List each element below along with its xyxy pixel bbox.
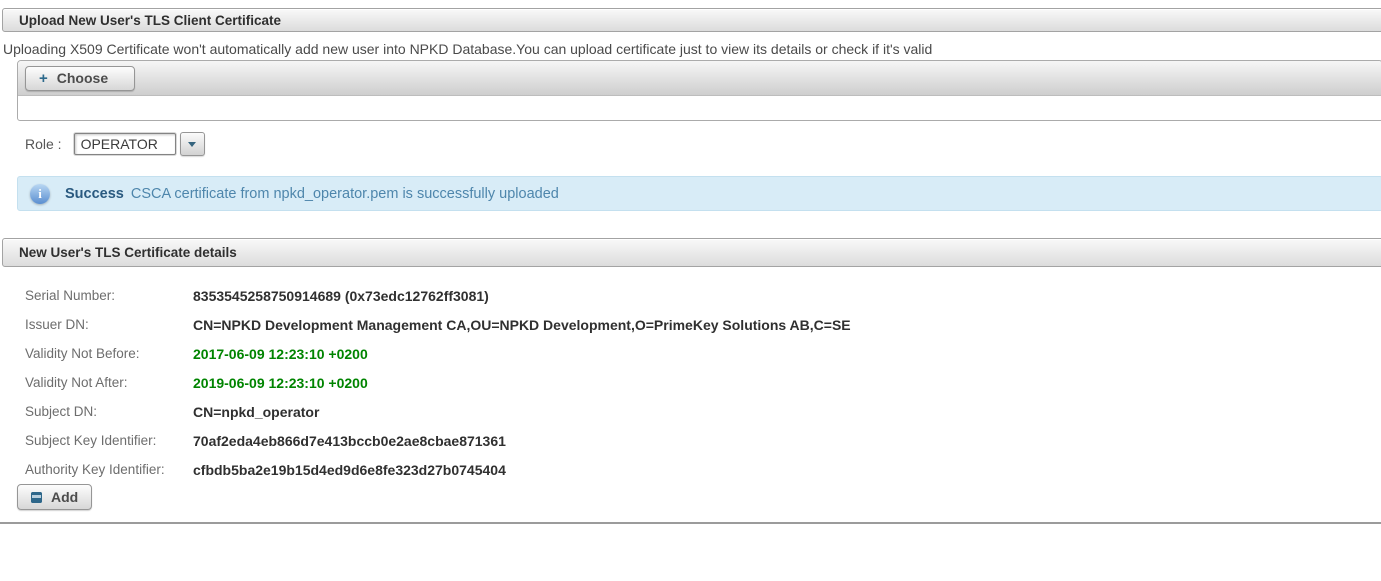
detail-label: Issuer DN: (25, 317, 193, 332)
details-panel-header: New User's TLS Certificate details (2, 238, 1381, 267)
detail-value: 70af2eda4eb866d7e413bccb0e2ae8cbae871361 (193, 433, 506, 449)
detail-label: Serial Number: (25, 288, 193, 303)
detail-label: Authority Key Identifier: (25, 462, 193, 477)
detail-value: cfbdb5ba2e19b15d4ed9d6e8fe323d27b0745404 (193, 462, 506, 478)
disk-icon (31, 492, 42, 503)
message-text: CSCA certificate from npkd_operator.pem … (131, 186, 559, 202)
detail-value: 2017-06-09 12:23:10 +0200 (193, 346, 368, 362)
detail-row-authority-key-identifier: Authority Key Identifier: cfbdb5ba2e19b1… (25, 455, 851, 484)
detail-row-serial-number: Serial Number: 8353545258750914689 (0x73… (25, 281, 851, 310)
file-upload-content[interactable] (18, 96, 1381, 120)
file-upload-widget: + Choose (17, 60, 1381, 121)
detail-row-validity-not-after: Validity Not After: 2019-06-09 12:23:10 … (25, 368, 851, 397)
role-row: Role : OPERATOR (25, 131, 205, 157)
message-severity: Success (65, 186, 124, 202)
add-button-label: Add (51, 489, 78, 505)
add-button[interactable]: Add (17, 484, 92, 510)
info-icon: i (30, 184, 50, 204)
panel-bottom-divider (0, 522, 1381, 524)
page: Upload New User's TLS Client Certificate… (0, 0, 1381, 581)
certificate-details: Serial Number: 8353545258750914689 (0x73… (25, 281, 851, 484)
detail-label: Validity Not Before: (25, 346, 193, 361)
detail-label: Validity Not After: (25, 375, 193, 390)
detail-value: 2019-06-09 12:23:10 +0200 (193, 375, 368, 391)
chevron-down-icon (188, 142, 196, 147)
role-select-value: OPERATOR (81, 136, 158, 152)
role-select-trigger[interactable] (180, 132, 205, 156)
success-message: i Success CSCA certificate from npkd_ope… (17, 176, 1381, 211)
choose-button[interactable]: + Choose (25, 66, 135, 91)
choose-button-label: Choose (57, 70, 108, 86)
upload-description: Uploading X509 Certificate won't automat… (3, 41, 1377, 57)
detail-row-subject-key-identifier: Subject Key Identifier: 70af2eda4eb866d7… (25, 426, 851, 455)
file-upload-toolbar: + Choose (18, 61, 1381, 96)
details-panel-title: New User's TLS Certificate details (19, 245, 237, 260)
role-select[interactable]: OPERATOR (74, 133, 176, 155)
detail-label: Subject DN: (25, 404, 193, 419)
detail-value: CN=NPKD Development Management CA,OU=NPK… (193, 317, 851, 333)
upload-panel-header: Upload New User's TLS Client Certificate (2, 8, 1381, 32)
detail-row-issuer-dn: Issuer DN: CN=NPKD Development Managemen… (25, 310, 851, 339)
detail-value: 8353545258750914689 (0x73edc12762ff3081) (193, 288, 489, 304)
detail-row-validity-not-before: Validity Not Before: 2017-06-09 12:23:10… (25, 339, 851, 368)
plus-icon: + (39, 71, 48, 86)
detail-label: Subject Key Identifier: (25, 433, 193, 448)
upload-panel-title: Upload New User's TLS Client Certificate (19, 13, 281, 28)
role-label: Role : (25, 136, 62, 152)
detail-row-subject-dn: Subject DN: CN=npkd_operator (25, 397, 851, 426)
detail-value: CN=npkd_operator (193, 404, 319, 420)
